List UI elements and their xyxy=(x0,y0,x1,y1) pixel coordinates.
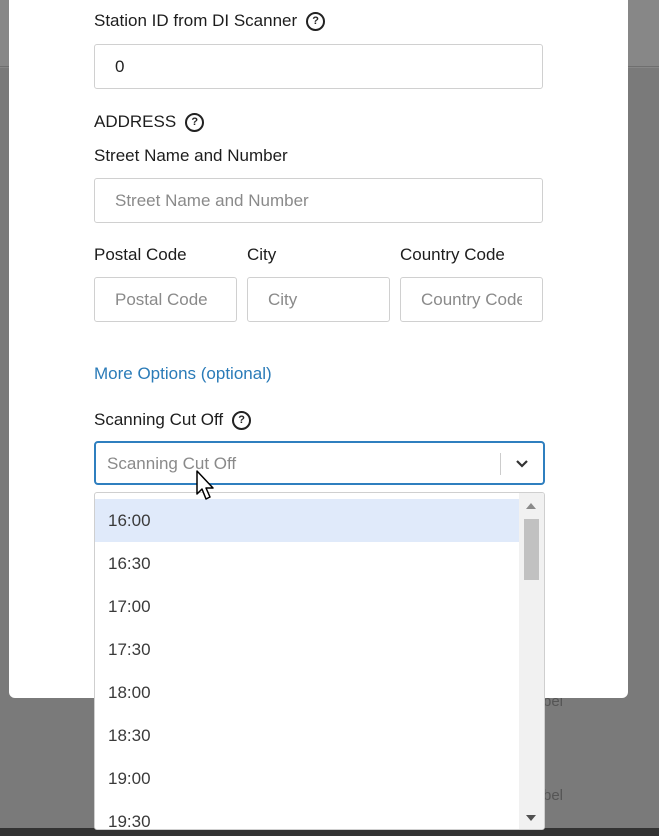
mouse-pointer-icon xyxy=(196,470,214,500)
dropdown-option[interactable]: 18:30 xyxy=(95,714,519,757)
scanning-cut-off-select[interactable]: Scanning Cut Off xyxy=(94,441,545,485)
dropdown-option[interactable]: 19:00 xyxy=(95,757,519,800)
city-input[interactable] xyxy=(247,277,390,322)
scanning-cut-off-label: Scanning Cut Off ? xyxy=(94,410,252,430)
help-icon[interactable]: ? xyxy=(306,11,326,31)
more-options-link[interactable]: More Options (optional) xyxy=(94,364,272,384)
street-input[interactable] xyxy=(94,178,543,223)
scrollbar-thumb[interactable] xyxy=(524,519,539,580)
postal-code-label: Postal Code xyxy=(94,245,187,264)
select-separator xyxy=(500,453,501,475)
address-heading: ADDRESS ? xyxy=(94,112,205,132)
dropdown-option[interactable]: 16:30 xyxy=(95,542,519,585)
dropdown-option[interactable]: 18:00 xyxy=(95,671,519,714)
dropdown-option[interactable]: 17:30 xyxy=(95,628,519,671)
scroll-up-arrow-icon[interactable] xyxy=(526,503,536,509)
country-code-label: Country Code xyxy=(400,245,505,264)
dropdown-scrollbar[interactable] xyxy=(519,493,544,829)
postal-code-input[interactable] xyxy=(94,277,237,322)
help-icon[interactable]: ? xyxy=(232,410,252,430)
street-label: Street Name and Number xyxy=(94,146,288,165)
background-text-fragment: bel xyxy=(543,787,564,804)
dropdown-option[interactable]: 16:00 xyxy=(95,499,519,542)
dropdown-menu: 16:00 16:30 17:00 17:30 18:00 18:30 19:0… xyxy=(94,492,545,830)
help-icon[interactable]: ? xyxy=(185,112,205,132)
station-id-input[interactable] xyxy=(94,44,543,89)
scroll-down-arrow-icon[interactable] xyxy=(526,815,536,821)
city-label: City xyxy=(247,245,277,264)
chevron-down-icon[interactable] xyxy=(513,454,531,472)
dropdown-option[interactable]: 17:00 xyxy=(95,585,519,628)
station-id-label: Station ID from DI Scanner ? xyxy=(94,11,326,31)
dropdown-option[interactable]: 19:30 xyxy=(95,800,519,829)
country-code-input[interactable] xyxy=(400,277,543,322)
